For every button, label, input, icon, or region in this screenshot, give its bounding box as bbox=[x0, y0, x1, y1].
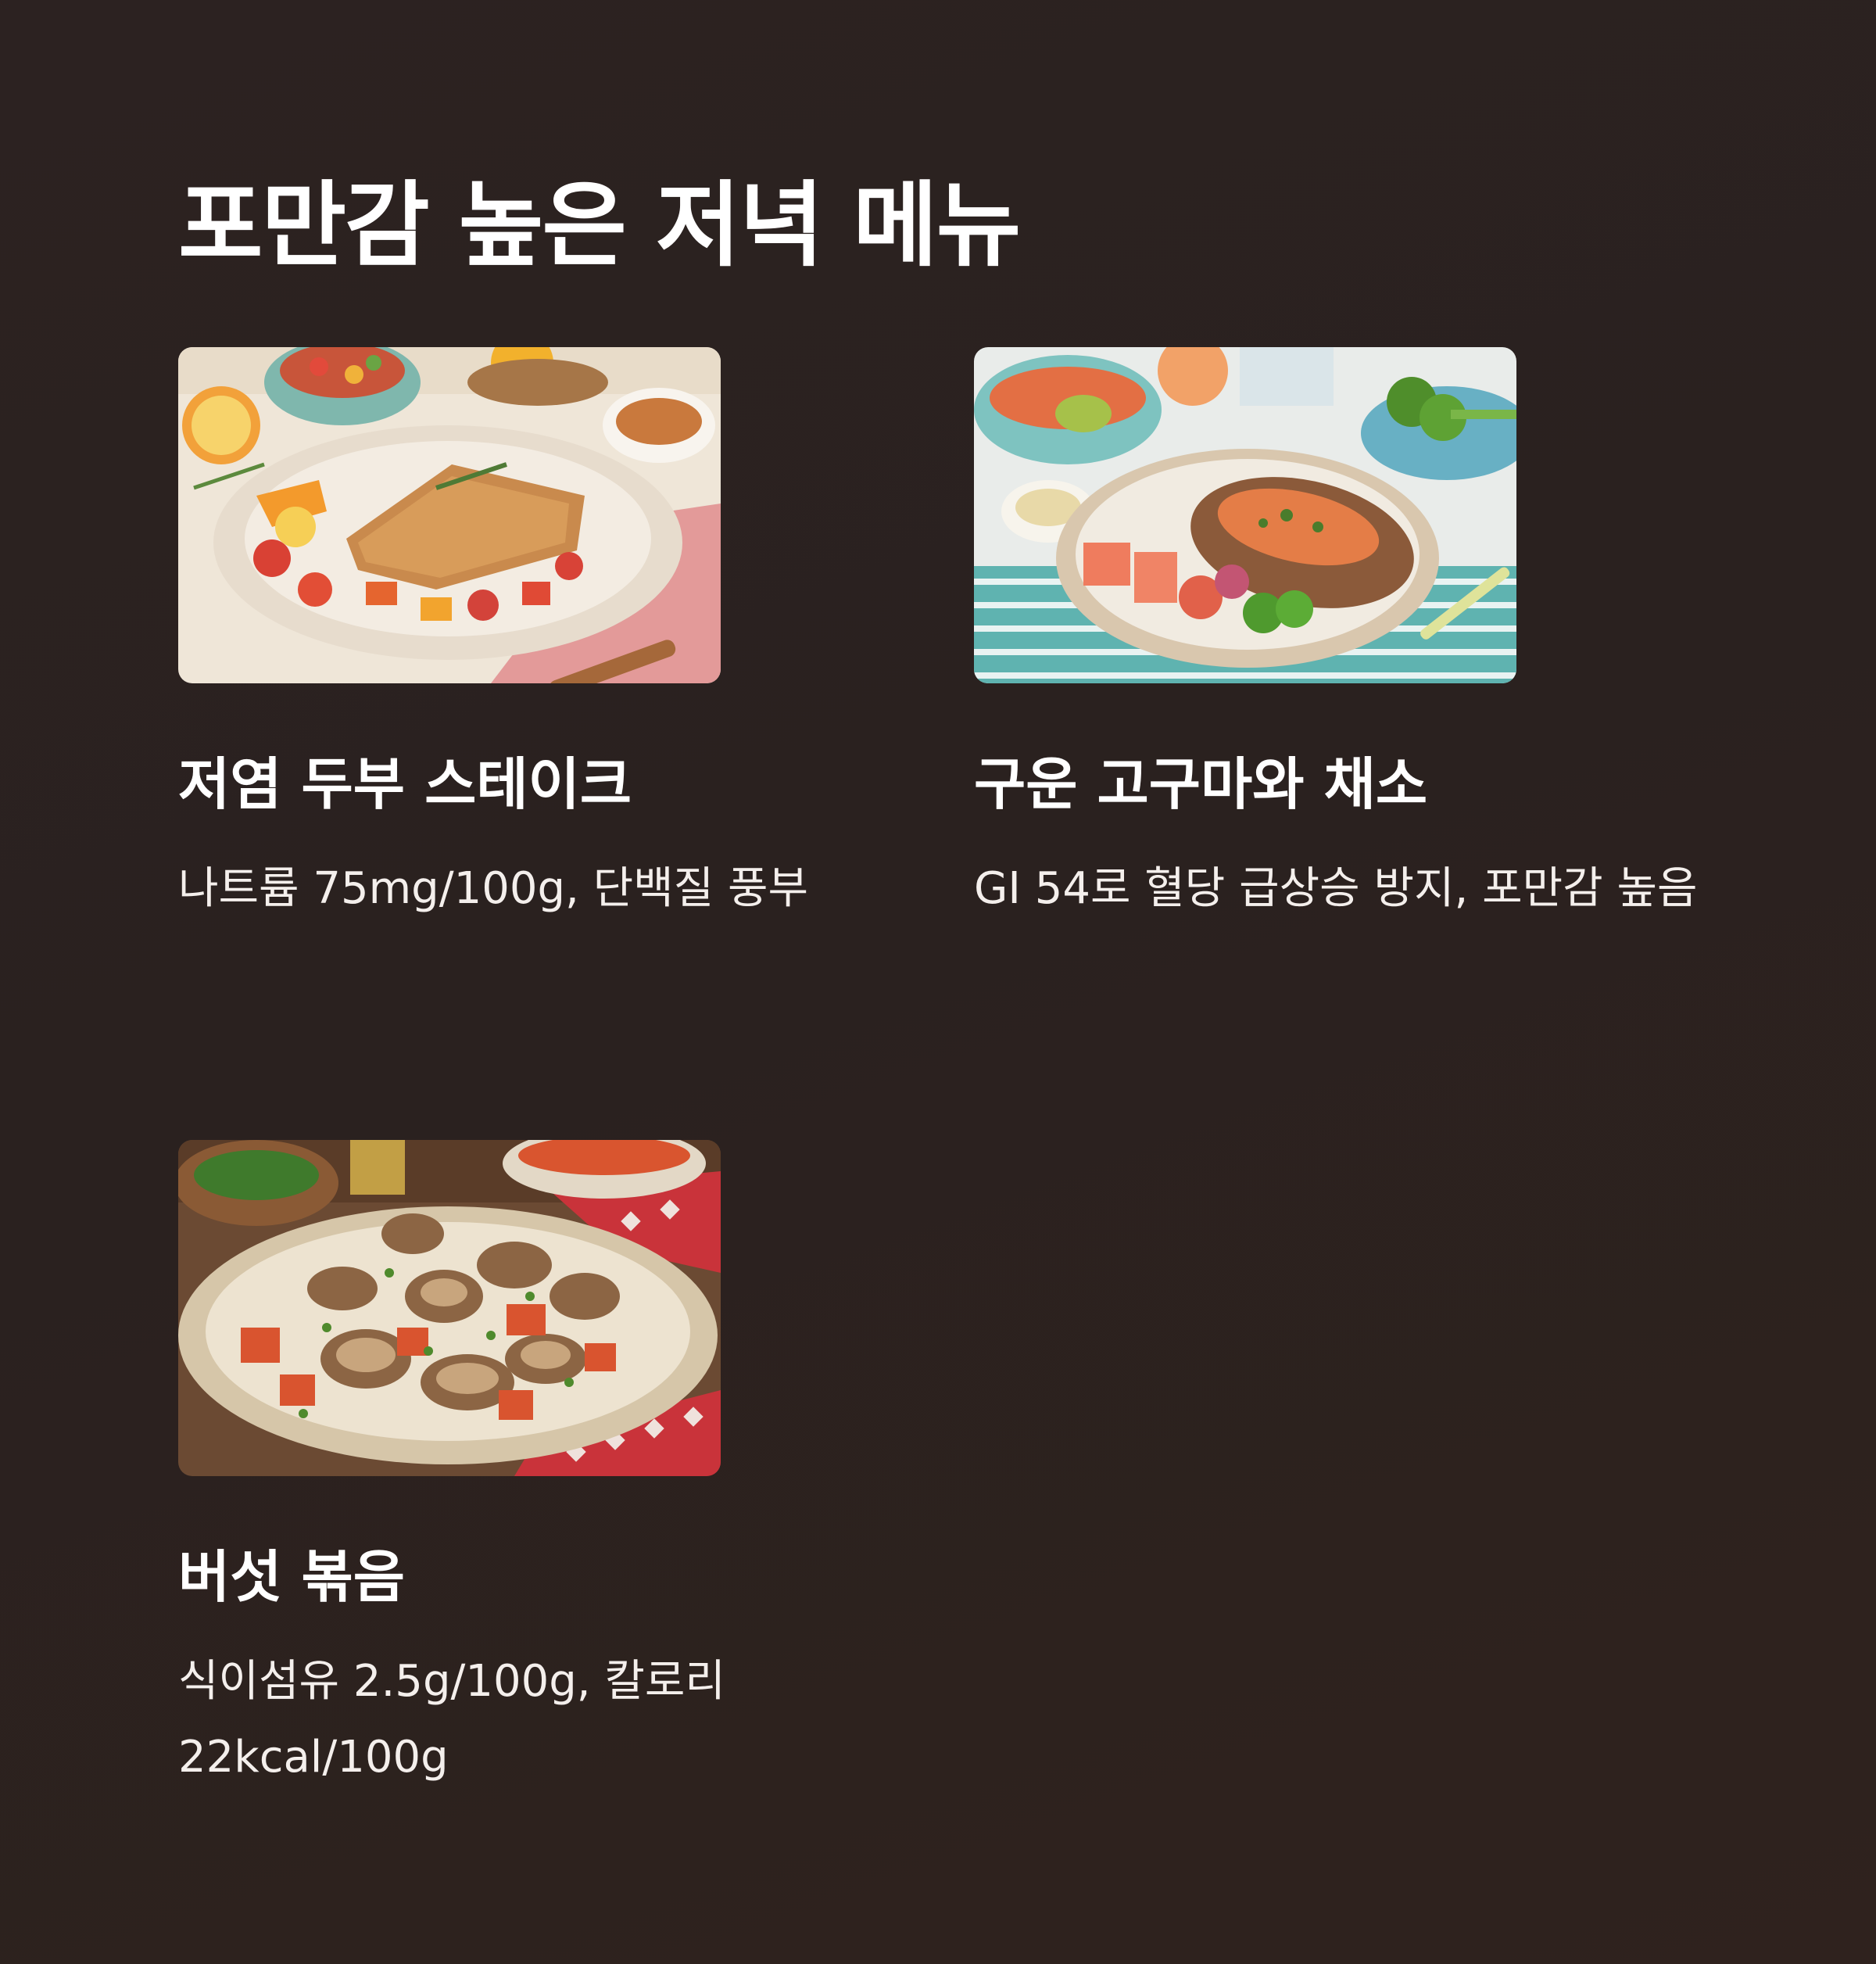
mushroom-image bbox=[178, 1140, 721, 1476]
menu-card-sweet-potato[interactable]: 구운 고구마와 채소 GI 54로 혈당 급상승 방지, 포만감 높음 bbox=[974, 347, 1698, 926]
tofu-steak-image bbox=[178, 347, 721, 683]
mushroom-title: 버섯 볶음 bbox=[178, 1544, 406, 1610]
menu-card-tofu-steak[interactable]: 저염 두부 스테이크 나트륨 75mg/100g, 단백질 풍부 bbox=[178, 347, 850, 926]
tofu-steak-description: 나트륨 75mg/100g, 단백질 풍부 bbox=[178, 863, 809, 915]
mushroom-description: 식이섬유 2.5g/100g, 칼로리 22kcal/100g bbox=[178, 1656, 725, 1783]
sweet-potato-description: GI 54로 혈당 급상승 방지, 포만감 높음 bbox=[974, 863, 1698, 915]
tofu-steak-title: 저염 두부 스테이크 bbox=[178, 751, 632, 817]
sweet-potato-title: 구운 고구마와 채소 bbox=[974, 751, 1428, 817]
menu-card-mushroom[interactable]: 버섯 볶음 식이섬유 2.5g/100g, 칼로리 22kcal/100g bbox=[178, 1140, 850, 1795]
page-title: 포만감 높은 저녁 메뉴 bbox=[178, 171, 1021, 279]
sweet-potato-image bbox=[974, 347, 1516, 683]
